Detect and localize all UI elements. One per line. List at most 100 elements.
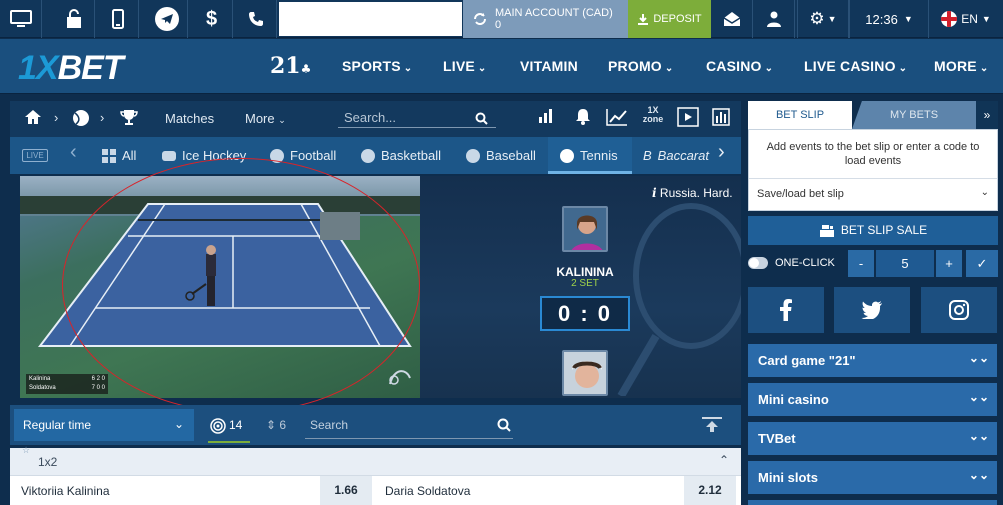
nav-promo[interactable]: PROMO ⌄ [608,58,673,74]
tab-bet-slip[interactable]: BET SLIP [748,101,852,129]
refresh-icon[interactable] [473,12,487,26]
live-badge: LIVE [22,149,48,162]
market-label: 1x2 [38,455,58,469]
instagram-icon[interactable] [921,287,997,333]
gear-icon: ⚙ [809,9,825,28]
chevron-down-icon: ⌄ [477,63,487,74]
tab-baccarat[interactable]: B Baccarat [643,148,709,163]
trophy-icon[interactable] [120,109,138,129]
double-chevron-down-icon: ⌄⌄ [968,429,989,443]
chevron-down-icon: ⌄ [278,115,286,125]
nav-sports[interactable]: SPORTS ⌄ [342,58,412,74]
odds-button[interactable]: 1.66 [320,476,372,505]
tabs-prev-arrow[interactable]: ‹ [70,141,77,164]
one-click-toggle[interactable] [748,257,768,269]
line-chart-icon[interactable] [606,108,628,129]
set-label: 2 SET [571,278,599,289]
search-icon[interactable] [497,418,511,432]
sidebar-tvbet[interactable]: TVBet ⌄⌄ [748,422,997,455]
play-video-icon[interactable] [677,107,699,130]
statistics-icon[interactable] [712,108,730,129]
clock[interactable]: 12:36 ▼ [849,0,929,38]
bell-icon[interactable] [575,108,591,128]
player-avatar-bottom [562,350,608,396]
uk-flag-icon [941,11,958,27]
nav-live[interactable]: LIVE ⌄ [443,58,487,74]
game-21-link[interactable]: 21♣ [270,53,311,79]
double-chevron-down-icon: ⌄⌄ [968,468,989,482]
market-search-input[interactable]: Search [305,413,513,439]
tennis-ball-icon[interactable] [72,109,90,130]
dollar-icon[interactable]: $ [191,0,233,38]
telegram-icon[interactable] [146,0,188,38]
decrement-button[interactable]: - [848,250,874,277]
pin-icon[interactable]: ☆ [22,445,30,456]
confirm-check-icon[interactable]: ✓ [966,250,998,277]
more-dropdown[interactable]: More ⌄ [245,111,286,126]
language-select[interactable]: EN ▼ [929,0,1003,38]
markets-count[interactable]: 14 [210,418,242,434]
annotation-ellipse [62,158,420,413]
collapse-all-icon[interactable] [702,417,722,438]
chevron-down-icon: ▼ [981,14,991,24]
double-chevron-right-icon[interactable]: » [976,101,998,129]
one-click-label: ONE-CLICK [775,257,835,269]
market-header[interactable]: ☆ 1x2 ⌃ [10,445,741,476]
odds-button[interactable]: 2.12 [684,476,736,505]
user-icon[interactable] [753,0,795,38]
baseball-icon [466,148,480,163]
download-icon [638,14,649,25]
search-placeholder: Search [310,418,349,432]
sort-count[interactable]: ⇕ 6 [266,418,286,432]
lock-icon[interactable] [53,0,95,38]
search-input[interactable]: Search... [338,108,496,128]
baccarat-icon: B [643,148,652,163]
login-area[interactable] [279,2,462,36]
twitter-icon[interactable] [834,287,910,333]
sidebar-next-item[interactable] [748,500,997,505]
chevron-right-icon: › [100,110,105,125]
sidebar-mini-slots[interactable]: Mini slots ⌄⌄ [748,461,997,494]
site-logo[interactable]: 1XBET [18,49,124,88]
active-filter-underline [208,441,250,443]
deposit-button[interactable]: DEPOSIT [628,0,711,38]
nav-more[interactable]: MORE ⌄ [934,58,988,74]
phone-icon[interactable] [235,0,277,38]
nav-live-casino[interactable]: LIVE CASINO ⌄ [804,58,907,74]
tab-baseball[interactable]: Baseball [466,148,536,163]
hockey-puck-icon [162,150,176,161]
tab-my-bets[interactable]: MY BETS [852,101,976,129]
mobile-icon[interactable] [97,0,139,38]
home-icon[interactable] [24,109,42,128]
search-icon[interactable] [475,112,488,125]
nav-casino[interactable]: CASINO ⌄ [706,58,773,74]
chevron-up-icon[interactable]: ⌃ [719,453,729,467]
bet-slip-sale-button[interactable]: BET SLIP SALE [748,216,998,245]
chevron-down-icon: ▼ [827,14,837,24]
sidebar-mini-casino[interactable]: Mini casino ⌄⌄ [748,383,997,416]
mail-icon[interactable] [711,0,753,38]
stake-input[interactable]: 5 [876,250,934,277]
sidebar-card-game-21[interactable]: Card game "21" ⌄⌄ [748,344,997,377]
chevron-down-icon: ⌄ [664,63,674,74]
tab-all[interactable]: All [102,148,136,163]
settings-button[interactable]: ⚙ ▼ [797,0,849,38]
desktop-icon[interactable] [0,0,42,38]
account-button[interactable]: MAIN ACCOUNT (CAD) 0 [463,0,628,38]
search-placeholder: Search... [344,110,397,125]
tabs-next-arrow[interactable]: › [718,141,725,164]
one-click-row: ONE-CLICK - 5 + ✓ [748,250,998,277]
tab-basketball[interactable]: Basketball [361,148,441,163]
tab-tennis[interactable]: Tennis [560,148,618,163]
nav-vitamin[interactable]: VITAMIN [520,58,578,74]
chevron-down-icon: ⌄ [403,63,413,74]
save-load-select[interactable]: Save/load bet slip ⌄ [749,178,997,210]
facebook-icon[interactable] [748,287,824,333]
chevron-right-icon: › [54,110,59,125]
increment-button[interactable]: + [936,250,962,277]
stats-bars-icon[interactable] [538,108,554,127]
matches-link[interactable]: Matches [165,111,214,126]
1x-zone-icon[interactable]: 1X zone [642,106,664,124]
tennis-icon [560,148,574,163]
period-select[interactable]: Regular time ⌄ [14,409,194,441]
